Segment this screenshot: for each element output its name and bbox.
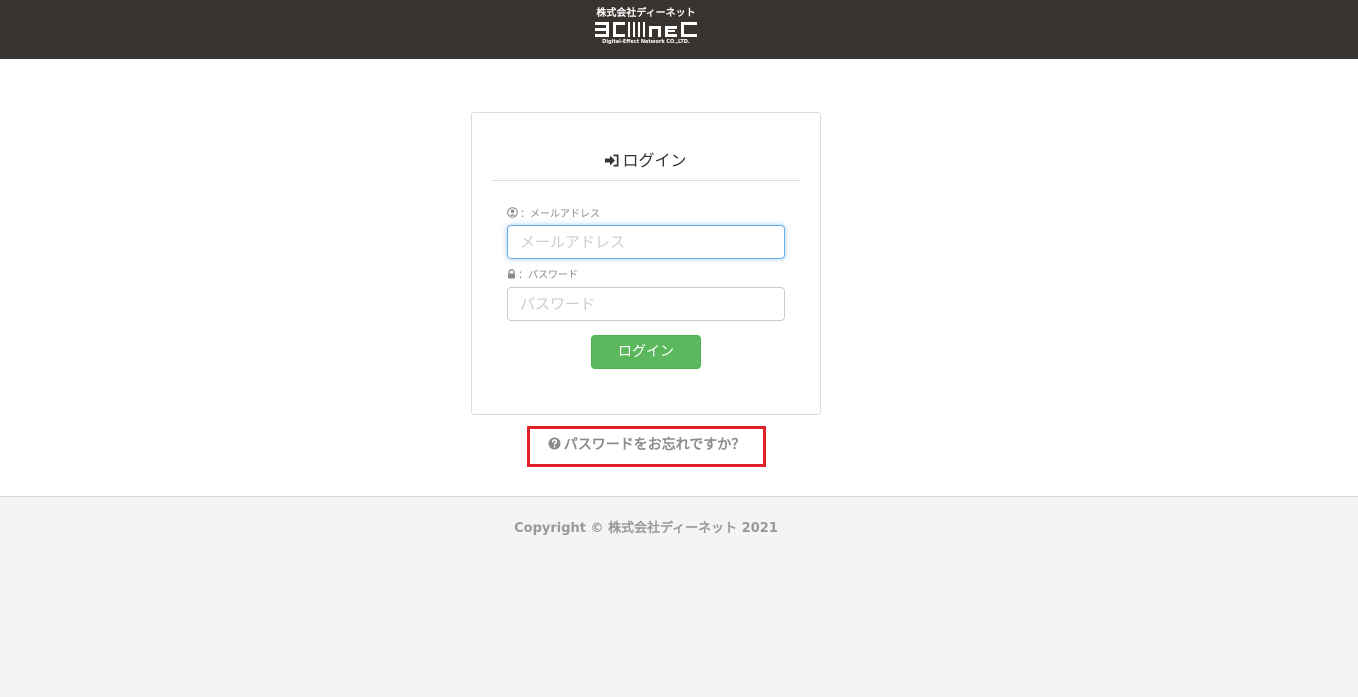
login-title-text: ログイン — [622, 151, 687, 170]
forgot-password-text: パスワードをお忘れですか？ — [563, 437, 746, 453]
email-input[interactable] — [507, 225, 785, 259]
logo-mark-icon — [595, 22, 697, 37]
login-button[interactable]: ログイン — [591, 335, 701, 369]
company-logo[interactable]: 株式会社ディーネット Digital-Effect Network CO.,LT… — [594, 8, 698, 50]
logo-subtitle: Digital-Effect Network CO.,LTD. — [602, 39, 690, 45]
copyright-text: Copyright © 株式会社ディーネット 2021 — [514, 521, 778, 536]
user-circle-icon — [507, 207, 518, 218]
site-header: 株式会社ディーネット Digital-Effect Network CO.,LT… — [0, 0, 1358, 59]
site-footer: Copyright © 株式会社ディーネット 2021 — [0, 496, 1358, 697]
login-card-title: ログイン — [492, 151, 800, 181]
login-card: ログイン ：メールアドレス ：パスワード ログイン — [471, 112, 821, 415]
email-label-text: ：メールアドレス — [520, 209, 600, 220]
logo-company-name: 株式会社ディーネット — [596, 8, 696, 19]
question-circle-icon — [548, 437, 561, 450]
forgot-password-highlight: パスワードをお忘れですか？ — [527, 426, 766, 467]
forgot-password-link[interactable]: パスワードをお忘れですか？ — [548, 436, 746, 454]
password-label: ：パスワード — [507, 269, 578, 282]
password-input[interactable] — [507, 287, 785, 321]
lock-icon — [508, 269, 515, 279]
email-label: ：メールアドレス — [507, 207, 600, 221]
password-label-text: ：パスワード — [518, 270, 578, 281]
sign-in-icon — [605, 154, 619, 167]
